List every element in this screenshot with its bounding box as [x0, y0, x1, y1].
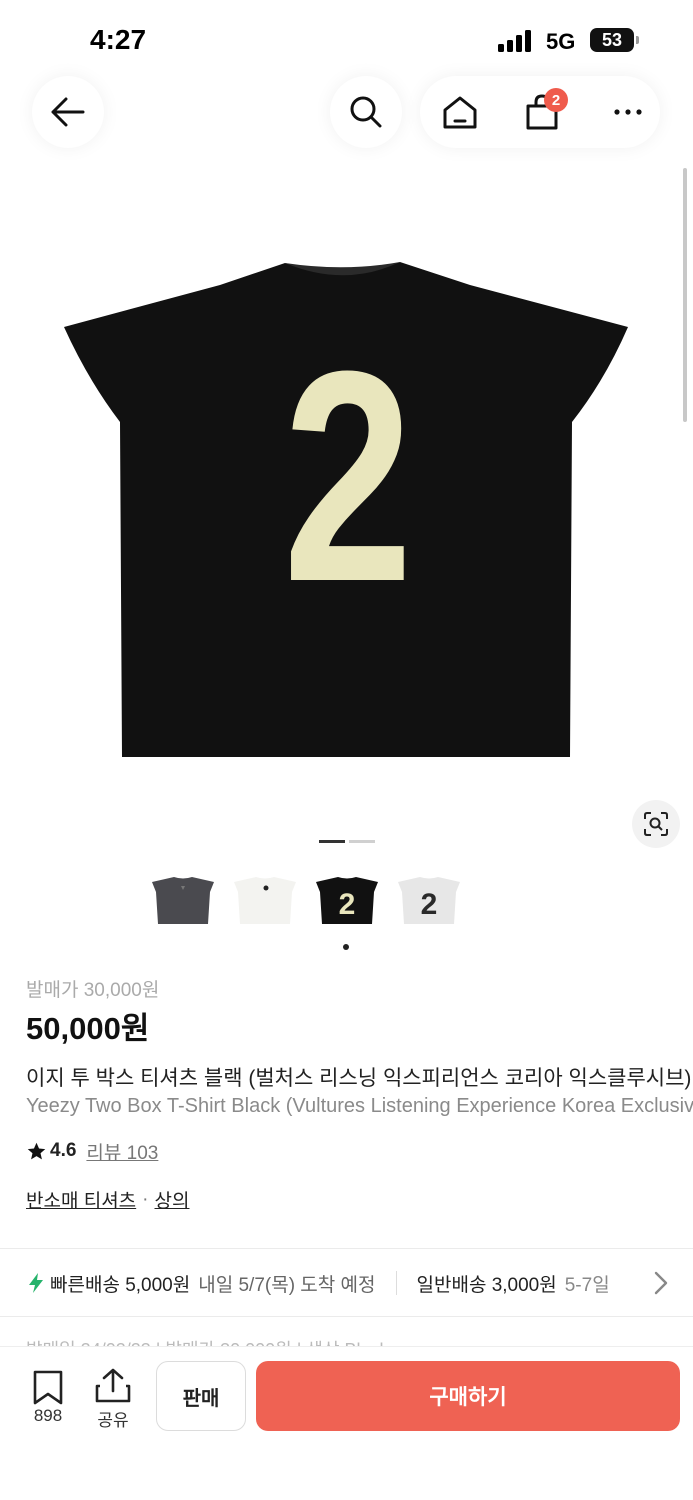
thumbnail-white[interactable]	[232, 872, 298, 930]
rating-row: 4.6 리뷰 103	[26, 1138, 158, 1164]
thumbnail-charcoal[interactable]	[150, 872, 216, 930]
shipping-separator	[395, 1271, 397, 1295]
cart-badge: 2	[544, 88, 568, 112]
sell-button[interactable]: 판매	[156, 1361, 246, 1431]
search-icon	[350, 96, 382, 128]
shipping-options[interactable]: 빠른배송 5,000원 내일 5/7(목) 도착 예정 일반배송 3,000원 …	[0, 1250, 693, 1316]
thumbnail-number: 2	[421, 888, 438, 921]
battery-nub	[636, 36, 639, 44]
buy-button[interactable]: 구매하기	[256, 1361, 680, 1431]
category-link-short-sleeve[interactable]: 반소매 티셔츠	[26, 1186, 136, 1213]
thumbnail-number: 2	[339, 888, 356, 921]
product-title-english: Yeezy Two Box T-Shirt Black (Vultures Li…	[26, 1095, 693, 1117]
home-icon	[443, 96, 477, 129]
nav-actions-group: 2	[420, 76, 660, 148]
search-button[interactable]	[330, 76, 402, 148]
image-pager	[319, 840, 375, 844]
thumbnail-black-2[interactable]: 2	[314, 872, 380, 930]
signal-icon	[498, 30, 531, 52]
lens-scan-icon	[644, 812, 668, 836]
normal-shipping-eta: 5-7일	[564, 1274, 610, 1296]
thumbnail-list: 2 2	[150, 872, 470, 932]
home-button[interactable]	[438, 90, 482, 134]
more-dots-icon	[614, 109, 642, 115]
status-bar: 4:27 5G 53	[0, 0, 693, 80]
current-price: 50,000원	[26, 1011, 150, 1046]
category-separator: ·	[142, 1188, 149, 1210]
release-price: 발매가 30,000원	[26, 980, 160, 1001]
battery-icon: 53	[590, 28, 634, 52]
star-icon	[27, 1142, 46, 1159]
share-label: 공유	[97, 1411, 129, 1430]
lightning-icon	[29, 1273, 43, 1293]
divider	[0, 1316, 693, 1317]
review-link[interactable]: 리뷰 103	[86, 1138, 158, 1165]
fast-shipping-eta: 내일 5/7(목) 도착 예정	[198, 1274, 376, 1296]
thumbnail-selected-dot	[343, 944, 349, 950]
normal-shipping-label: 일반배송 3,000원	[416, 1274, 557, 1296]
product-title-korean: 이지 투 박스 티셔츠 블랙 (벌처스 리스닝 익스피리언스 코리아 익스클루시…	[26, 1067, 692, 1090]
divider	[0, 1248, 693, 1249]
network-type: 5G	[546, 29, 576, 54]
rating-value: 4.6	[50, 1140, 77, 1161]
category-link-tops[interactable]: 상의	[155, 1186, 190, 1213]
category-breadcrumb: 반소매 티셔츠 · 상의	[26, 1186, 189, 1213]
pager-active	[319, 840, 345, 843]
bookmark-count: 898	[33, 1406, 63, 1425]
arrow-left-icon	[51, 97, 85, 127]
product-image[interactable]: 2	[0, 250, 693, 770]
fast-shipping-label: 빠른배송 5,000원	[50, 1274, 191, 1296]
image-search-button[interactable]	[632, 800, 680, 848]
status-time: 4:27	[90, 24, 147, 55]
more-button[interactable]	[606, 90, 650, 134]
thumbnail-white-2[interactable]: 2	[396, 872, 462, 930]
chevron-right-icon[interactable]	[652, 1270, 670, 1296]
pager-inactive	[349, 840, 375, 843]
back-button[interactable]	[32, 76, 104, 148]
shirt-number: 2	[283, 309, 413, 645]
